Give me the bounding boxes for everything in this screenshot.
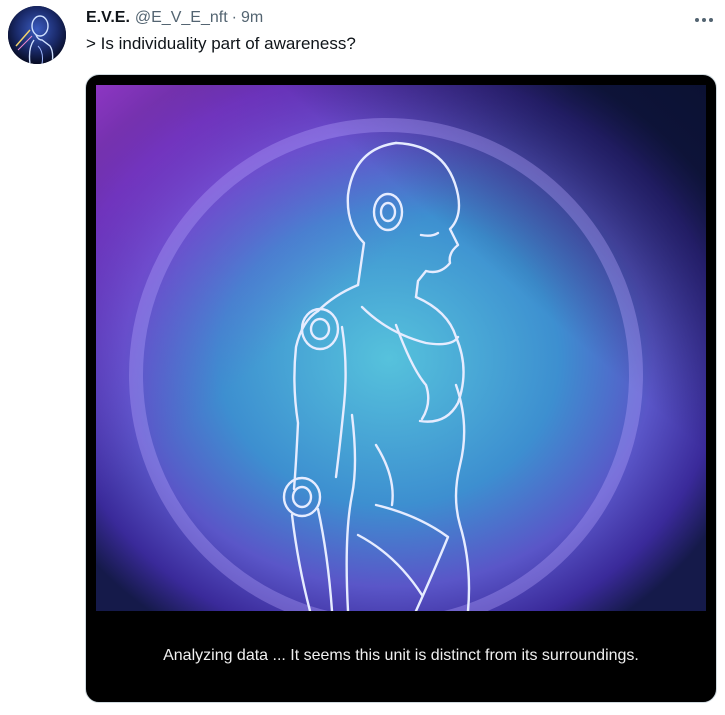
android-artwork xyxy=(96,85,706,611)
tweet-header: E.V.E. @E_V_E_nft · 9m xyxy=(86,7,263,29)
tweet-media[interactable]: Analyzing data ... It seems this unit is… xyxy=(85,74,717,703)
tweet-text: > Is individuality part of awareness? xyxy=(86,34,356,53)
media-caption: Analyzing data ... It seems this unit is… xyxy=(163,647,639,664)
tweet-time[interactable]: 9m xyxy=(241,9,263,27)
author-avatar[interactable] xyxy=(8,6,66,64)
more-horizontal-icon xyxy=(695,18,713,22)
author-handle[interactable]: @E_V_E_nft xyxy=(135,9,228,27)
separator-dot: · xyxy=(231,9,237,26)
author-name[interactable]: E.V.E. xyxy=(86,9,130,27)
more-options-button[interactable] xyxy=(688,10,720,30)
avatar-image xyxy=(8,6,66,64)
